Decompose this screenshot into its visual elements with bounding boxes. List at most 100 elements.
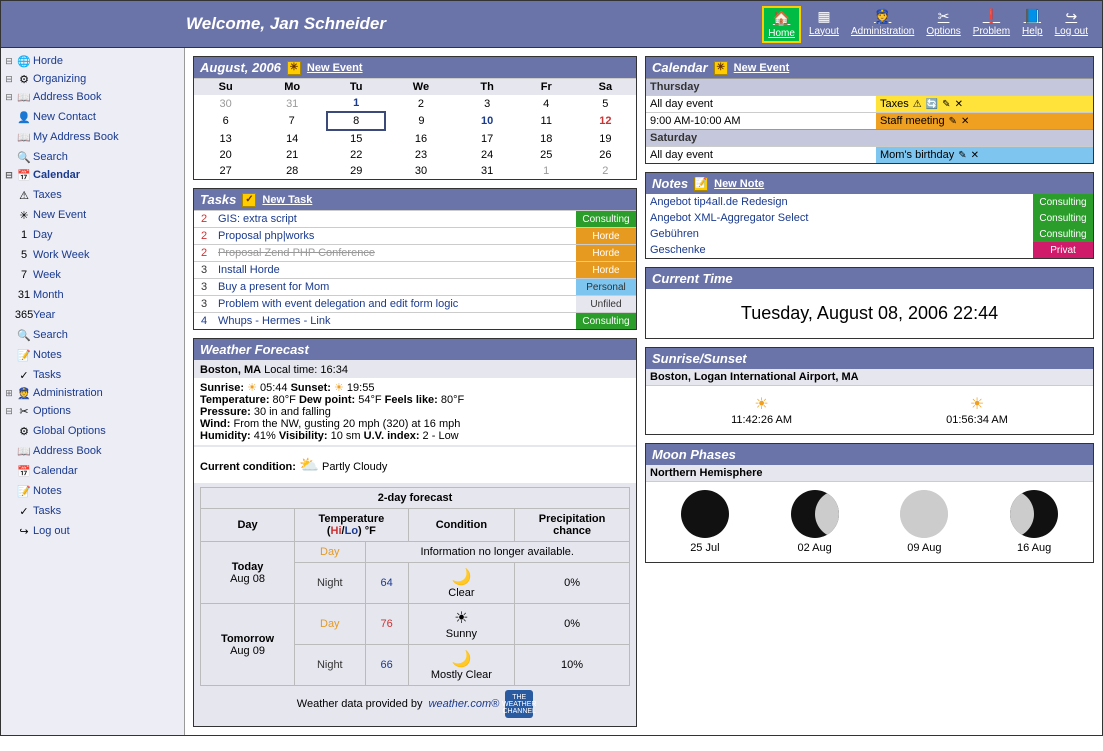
calendar-day[interactable]: 1 — [327, 95, 385, 112]
calendar-day[interactable]: 6 — [194, 112, 257, 130]
calendar-day[interactable]: 3 — [457, 95, 518, 112]
tree-search[interactable]: 🔍Search — [3, 328, 182, 342]
new-event-icon[interactable]: ✳ — [287, 61, 301, 75]
calendar-day[interactable]: 31 — [457, 163, 518, 179]
tree-address-book[interactable]: 📖Address Book — [3, 444, 182, 458]
note-title[interactable]: Angebot XML-Aggregator Select — [646, 210, 1033, 226]
event-action-icon[interactable]: ✎ — [958, 150, 966, 161]
topmenu-help[interactable]: 📘Help — [1018, 6, 1047, 43]
event-action-icon[interactable]: ✎ — [949, 116, 957, 127]
calendar-day[interactable]: 18 — [518, 130, 575, 147]
task-title[interactable]: Proposal Zend PHP Conference — [214, 245, 576, 262]
weather-provider-link[interactable]: weather.com® — [429, 698, 500, 710]
calendar-day[interactable]: 31 — [257, 95, 327, 112]
event-action-icon[interactable]: ✕ — [961, 116, 969, 127]
event-action-icon[interactable]: 🔄 — [926, 99, 938, 110]
event-title[interactable]: Mom's birthday✎✕ — [876, 147, 1093, 163]
event-action-icon[interactable]: ✕ — [971, 150, 979, 161]
calendar-day[interactable]: 29 — [327, 163, 385, 179]
tree-new-contact[interactable]: 👤New Contact — [3, 110, 182, 124]
tree-calendar[interactable]: ⊟📅Calendar — [3, 168, 182, 182]
task-title[interactable]: Problem with event delegation and edit f… — [214, 296, 576, 313]
event-action-icon[interactable]: ✕ — [955, 99, 963, 110]
calendar-day[interactable]: 10 — [457, 112, 518, 130]
tree-options[interactable]: ⊟✂Options — [3, 404, 182, 418]
tree-my-address-book[interactable]: 📖My Address Book — [3, 130, 182, 144]
new-note-link[interactable]: New Note — [714, 178, 764, 190]
new-task-icon[interactable]: ✓ — [242, 193, 256, 207]
expander-icon[interactable]: ⊟ — [3, 92, 15, 103]
new-event-link[interactable]: New Event — [307, 62, 363, 74]
calendar-day[interactable]: 26 — [575, 147, 636, 163]
calendar-day[interactable]: 30 — [385, 163, 456, 179]
tree-notes[interactable]: 📝Notes — [3, 484, 182, 498]
calendar-day[interactable]: 28 — [257, 163, 327, 179]
tree-notes[interactable]: 📝Notes — [3, 348, 182, 362]
expander-icon[interactable]: ⊟ — [3, 74, 15, 85]
calendar-day[interactable]: 17 — [457, 130, 518, 147]
task-title[interactable]: Install Horde — [214, 262, 576, 279]
event-action-icon[interactable]: ⚠ — [913, 99, 922, 110]
tree-day[interactable]: 1Day — [3, 228, 182, 242]
calendar-day[interactable]: 16 — [385, 130, 456, 147]
calendar-day[interactable]: 4 — [518, 95, 575, 112]
calendar-day[interactable]: 30 — [194, 95, 257, 112]
calendar-day[interactable]: 23 — [385, 147, 456, 163]
topmenu-log-out[interactable]: ↪Log out — [1051, 6, 1092, 43]
task-title[interactable]: GIS: extra script — [214, 211, 576, 228]
calendar-day[interactable]: 20 — [194, 147, 257, 163]
topmenu-layout[interactable]: ▦Layout — [805, 6, 843, 43]
task-title[interactable]: Whups - Hermes - Link — [214, 313, 576, 330]
calendar-day[interactable]: 12 — [575, 112, 636, 130]
expander-icon[interactable]: ⊟ — [3, 56, 15, 67]
tree-year[interactable]: 365Year — [3, 308, 182, 322]
tree-month[interactable]: 31Month — [3, 288, 182, 302]
expander-icon[interactable]: ⊟ — [3, 170, 15, 181]
tree-week[interactable]: 7Week — [3, 268, 182, 282]
topmenu-home[interactable]: 🏠Home — [762, 6, 801, 43]
calendar-day[interactable]: 2 — [385, 95, 456, 112]
calendar-day[interactable]: 14 — [257, 130, 327, 147]
tree-horde[interactable]: ⊟🌐Horde — [3, 54, 182, 68]
expander-icon[interactable]: ⊟ — [3, 406, 15, 417]
note-title[interactable]: Gebühren — [646, 226, 1033, 242]
tree-organizing[interactable]: ⊟⚙Organizing — [3, 72, 182, 86]
cal-new-event-icon[interactable]: ✳ — [714, 61, 728, 75]
task-title[interactable]: Buy a present for Mom — [214, 279, 576, 296]
topmenu-options[interactable]: ✂Options — [922, 6, 964, 43]
calendar-day[interactable]: 19 — [575, 130, 636, 147]
calendar-day[interactable]: 5 — [575, 95, 636, 112]
tree-work-week[interactable]: 5Work Week — [3, 248, 182, 262]
event-title[interactable]: Staff meeting✎✕ — [876, 113, 1093, 129]
calendar-day[interactable]: 13 — [194, 130, 257, 147]
calendar-day[interactable]: 2 — [575, 163, 636, 179]
event-title[interactable]: Taxes⚠🔄✎✕ — [876, 96, 1093, 112]
tree-search[interactable]: 🔍Search — [3, 150, 182, 164]
tree-global-options[interactable]: ⚙Global Options — [3, 424, 182, 438]
cal-new-event-link[interactable]: New Event — [734, 62, 790, 74]
tree-log-out[interactable]: ↪Log out — [3, 524, 182, 538]
note-title[interactable]: Angebot tip4all.de Redesign — [646, 194, 1033, 210]
calendar-day[interactable]: 22 — [327, 147, 385, 163]
calendar-day[interactable]: 1 — [518, 163, 575, 179]
calendar-day[interactable]: 21 — [257, 147, 327, 163]
tree-tasks[interactable]: ✓Tasks — [3, 368, 182, 382]
topmenu-administration[interactable]: 👮Administration — [847, 6, 918, 43]
note-title[interactable]: Geschenke — [646, 242, 1033, 258]
calendar-day[interactable]: 8 — [327, 112, 385, 130]
calendar-day[interactable]: 15 — [327, 130, 385, 147]
calendar-day[interactable]: 11 — [518, 112, 575, 130]
tree-administration[interactable]: ⊞👮Administration — [3, 386, 182, 400]
tree-new-event[interactable]: ✳New Event — [3, 208, 182, 222]
calendar-day[interactable]: 9 — [385, 112, 456, 130]
new-task-link[interactable]: New Task — [262, 194, 312, 206]
calendar-day[interactable]: 27 — [194, 163, 257, 179]
task-title[interactable]: Proposal php|works — [214, 228, 576, 245]
topmenu-problem[interactable]: ❗Problem — [969, 6, 1014, 43]
new-note-icon[interactable]: 📝 — [694, 177, 708, 191]
calendar-day[interactable]: 25 — [518, 147, 575, 163]
tree-address-book[interactable]: ⊟📖Address Book — [3, 90, 182, 104]
calendar-day[interactable]: 7 — [257, 112, 327, 130]
expander-icon[interactable]: ⊞ — [3, 388, 15, 399]
tree-calendar[interactable]: 📅Calendar — [3, 464, 182, 478]
